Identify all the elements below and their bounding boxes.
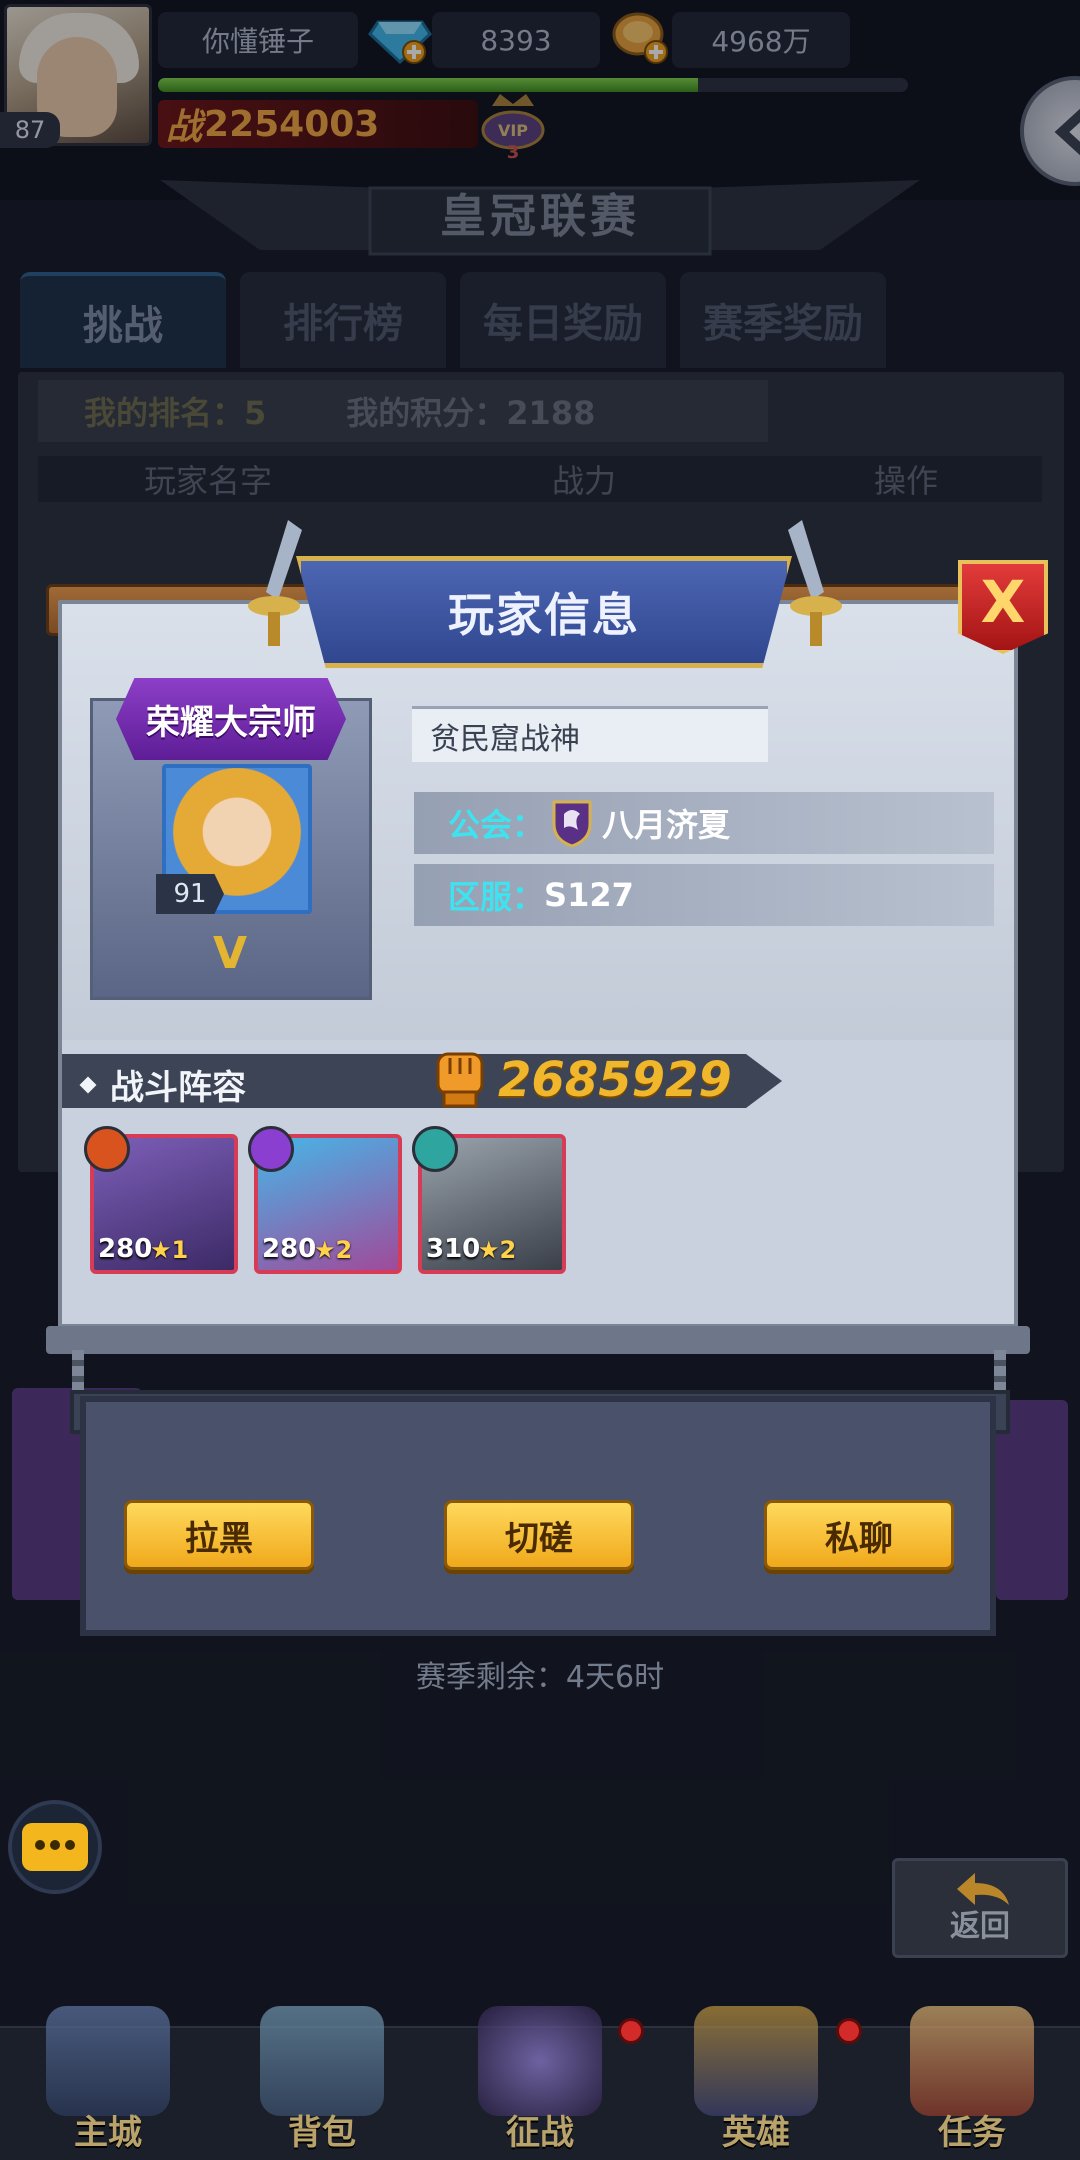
backpack-icon [260, 2006, 384, 2116]
season-remaining: 赛季剩余：4天6时 [415, 1660, 665, 1695]
rank-title-banner: 荣耀大宗师 [116, 678, 346, 760]
guild-name: 八月济夏 [602, 806, 731, 844]
nav-label: 征战 [506, 2113, 574, 2153]
nav-backpack[interactable]: 背包 [222, 2000, 422, 2160]
nav-label: 背包 [288, 2113, 356, 2153]
server-name: S127 [544, 876, 634, 914]
return-arrow-icon [957, 1873, 1009, 1905]
hero-stars: ★1 [150, 1236, 189, 1264]
nav-label: 主城 [74, 2113, 142, 2153]
hero-level: 280 [262, 1234, 317, 1264]
helmet-icon [694, 2006, 818, 2116]
heroes-notification-dot [836, 2018, 862, 2044]
diamond-bullet-icon [79, 1076, 97, 1093]
nav-tasks[interactable]: 任务 [872, 2000, 1072, 2160]
dragon-portal-icon [478, 2006, 602, 2116]
hero-stars: ★2 [478, 1236, 517, 1264]
server-row: 区服： S127 [414, 864, 994, 926]
lineup-title: 战斗阵容 [79, 1060, 246, 1109]
block-button[interactable]: 拉黑 [124, 1500, 314, 1570]
hero-level: 310 [426, 1234, 481, 1264]
guild-label: 公会： [448, 806, 545, 844]
castle-icon [46, 2006, 170, 2116]
spar-button[interactable]: 切磋 [444, 1500, 634, 1570]
nav-campaign[interactable]: 征战 [440, 2000, 640, 2160]
target-player-name: 贫民窟战神 [412, 706, 768, 762]
nav-label: 任务 [938, 2113, 1006, 2153]
lineup-power: 2685929 [498, 1052, 732, 1108]
warrior-class-icon [84, 1126, 130, 1172]
mage-class-icon [248, 1126, 294, 1172]
panel-footer-rail [46, 1326, 1030, 1354]
modal-title: 玩家信息 [296, 556, 792, 668]
server-label: 区服： [448, 878, 545, 916]
chat-bubble-icon [22, 1823, 88, 1871]
player-grade: V [212, 928, 248, 979]
campaign-notification-dot [618, 2018, 644, 2044]
hero-level: 280 [98, 1234, 153, 1264]
nav-label: 英雄 [722, 2113, 790, 2153]
guild-row: 公会： 八月济夏 [414, 792, 994, 854]
nav-heroes[interactable]: 英雄 [656, 2000, 856, 2160]
return-button[interactable]: 返回 [892, 1858, 1068, 1958]
nav-main-city[interactable]: 主城 [8, 2000, 208, 2160]
guild-emblem-icon [552, 800, 592, 848]
lineup-label: 战斗阵容 [110, 1068, 246, 1108]
whisper-button[interactable]: 私聊 [764, 1500, 954, 1570]
scroll-icon [910, 2006, 1034, 2116]
fist-power-icon [436, 1052, 484, 1108]
skull-class-icon [412, 1126, 458, 1172]
player-hero-level: 91 [156, 874, 224, 914]
chat-button[interactable] [8, 1800, 102, 1894]
hero-stars: ★2 [314, 1236, 353, 1264]
